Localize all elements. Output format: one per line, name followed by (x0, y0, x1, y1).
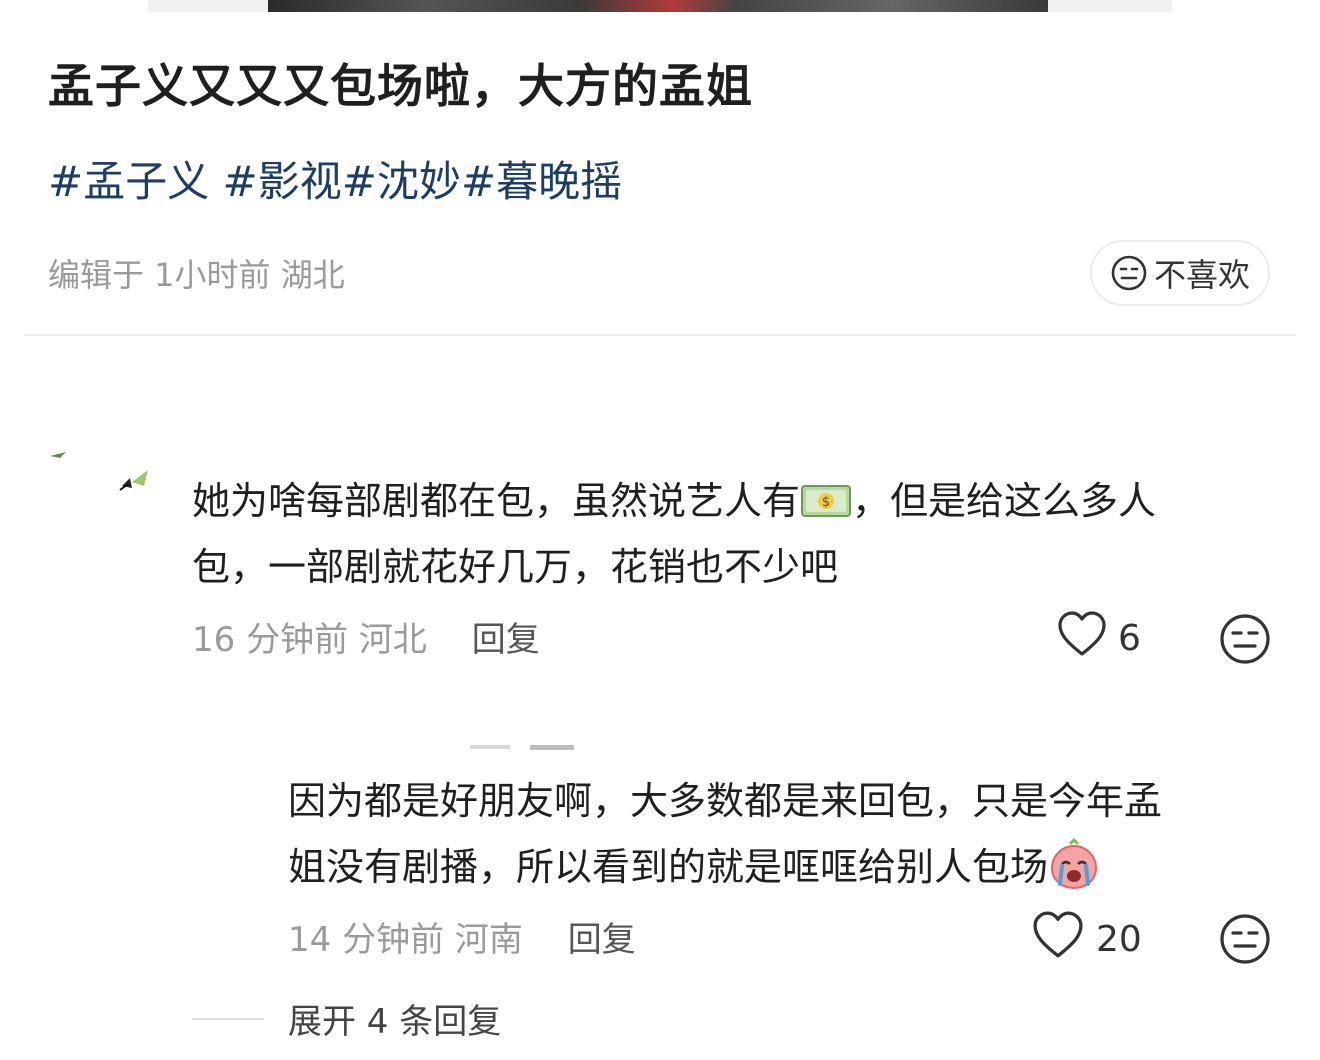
neutral-face-icon (1220, 614, 1270, 664)
neutral-face-icon (1110, 254, 1148, 292)
expand-replies-button[interactable]: 展开 4 条回复 (192, 994, 501, 1043)
comment-time: 14 分钟前 (288, 920, 445, 960)
post-image-content (268, 0, 1048, 12)
comment-text: 她为啥每部剧都在包，虽然说艺人有 $ ，但是给这么多人 包，一部剧就花好几万，花销也… (192, 468, 1156, 600)
post-dislike-button[interactable]: 不喜欢 (1090, 240, 1270, 306)
comment-location: 河南 (454, 920, 523, 960)
like-count: 20 (1096, 919, 1142, 960)
tag-muwanyao[interactable]: #暮晚摇 (461, 157, 622, 206)
like-count: 6 (1118, 618, 1141, 659)
heart-icon (1056, 610, 1108, 667)
avatar[interactable] (48, 448, 158, 508)
comment-dislike-button[interactable] (1218, 612, 1272, 666)
dislike-label: 不喜欢 (1153, 256, 1250, 294)
comment-location: 河北 (358, 620, 427, 660)
tag-yingshi[interactable]: #影视 (209, 157, 342, 206)
tag-mengziyi[interactable]: #孟子义 (48, 157, 209, 206)
comment-line: 她为啥每部剧都在包，虽然说艺人有 $ ，但是给这么多人 (192, 468, 1156, 534)
reply-comment-text: 因为都是好朋友啊，大多数都是来回包，只是今年孟 姐没有剧播，所以看到的就是哐哐给… (288, 768, 1162, 900)
comment-line: 包，一部剧就花好几万，花销也不少吧 (192, 545, 839, 589)
post-detail-page: 孟子义又又又包场啦，大方的孟姐 #孟子义 #影视#沈妙#暮晚摇 编辑于 1小时前… (0, 0, 1320, 1060)
comment-line: 姐没有剧播，所以看到的就是哐哐给别人包场 (288, 834, 1162, 900)
comment-time: 16 分钟前 (192, 620, 349, 660)
comment-line: 因为都是好朋友啊，大多数都是来回包，只是今年孟 (288, 779, 1163, 823)
like-button[interactable]: 6 (1056, 610, 1141, 667)
expand-label: 展开 4 条回复 (288, 1002, 502, 1042)
post-meta: 编辑于 1小时前 湖北 (48, 256, 345, 294)
post-title: 孟子义又又又包场啦，大方的孟姐 (48, 59, 753, 113)
reply-button[interactable]: 回复 (472, 620, 540, 660)
comment-meta: 16 分钟前 河北 回复 (192, 612, 540, 661)
post-image-bottom-edge[interactable] (148, 0, 1172, 12)
avatar[interactable] (470, 740, 590, 752)
post-tags: #孟子义 #影视#沈妙#暮晚摇 (48, 148, 622, 209)
tag-shenmiao[interactable]: #沈妙 (342, 157, 461, 206)
crying-emoji-icon (1048, 837, 1100, 890)
comment-dislike-button[interactable] (1218, 912, 1272, 966)
reply-button[interactable]: 回复 (568, 920, 636, 960)
neutral-face-icon (1220, 914, 1270, 964)
money-emoji-icon: $ (800, 472, 852, 517)
comment-meta: 14 分钟前 河南 回复 (288, 912, 636, 961)
expand-divider-line (192, 1017, 264, 1020)
heart-icon (1030, 910, 1086, 969)
like-button[interactable]: 20 (1030, 910, 1142, 969)
svg-text:$: $ (822, 495, 830, 510)
section-divider (24, 334, 1296, 336)
